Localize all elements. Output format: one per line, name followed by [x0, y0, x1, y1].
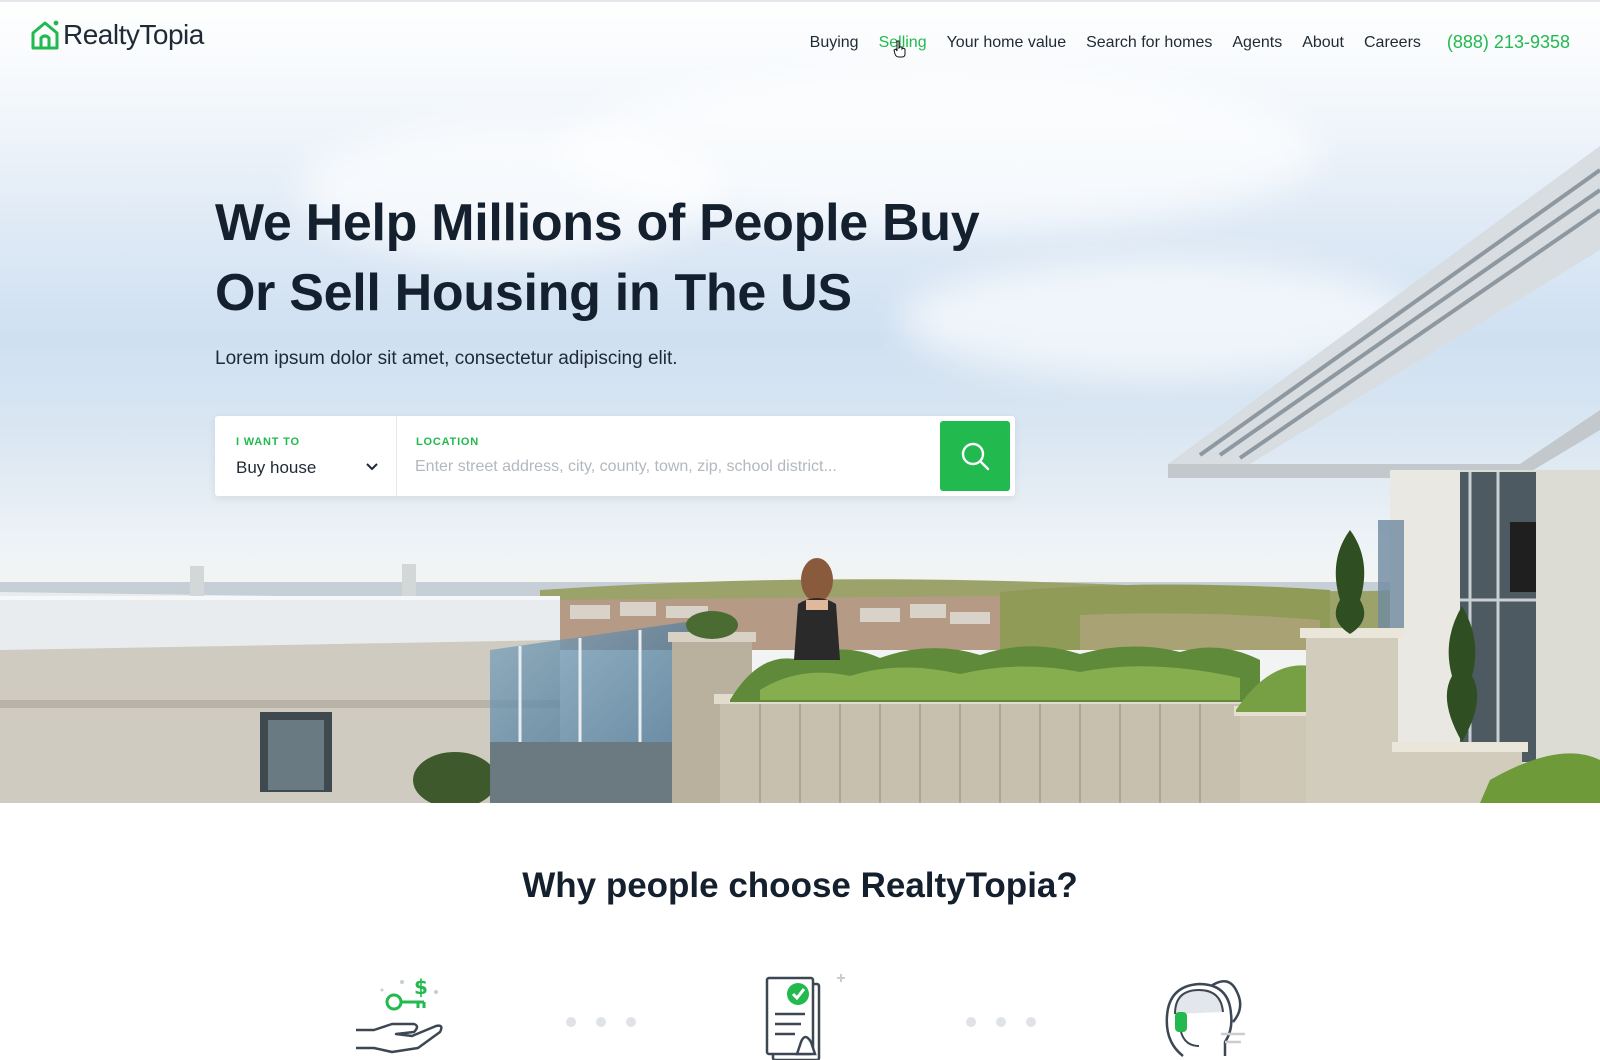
- hand-key-dollar-icon: $: [356, 975, 443, 1054]
- nav-agents[interactable]: Agents: [1232, 34, 1282, 52]
- hero-rooftop-photo: [0, 146, 1600, 803]
- intent-dropdown[interactable]: I WANT TO Buy house: [215, 416, 397, 496]
- intent-value: Buy house: [236, 458, 317, 477]
- hero-section: RealtyTopia Buying Selling Your home val…: [0, 0, 1600, 803]
- brand-name: RealtyTopia: [63, 19, 204, 50]
- hero-headline-line-1: We Help Millions of People Buy: [215, 194, 980, 252]
- nav-buying[interactable]: Buying: [810, 34, 859, 52]
- search-button[interactable]: [940, 421, 1010, 491]
- nav-about[interactable]: About: [1302, 34, 1344, 52]
- approved-document-icon: [765, 974, 845, 1060]
- svg-text:$: $: [414, 975, 428, 999]
- feature-divider-dots-1: [566, 1017, 656, 1027]
- top-nav: RealtyTopia Buying Selling Your home val…: [0, 0, 1600, 84]
- phone-number[interactable]: (888) 213-9358: [1447, 32, 1570, 53]
- nav-search-homes[interactable]: Search for homes: [1086, 34, 1212, 52]
- location-label: LOCATION: [416, 436, 480, 448]
- chevron-down-icon[interactable]: [365, 462, 379, 472]
- support-agent-headset-icon: [1165, 979, 1245, 1057]
- why-section-title: Why people choose RealtyTopia?: [522, 866, 1078, 905]
- hero-headline-line-2: Or Sell Housing in The US: [215, 264, 852, 322]
- hero-headline: We Help Millions of People Buy Or Sell H…: [215, 188, 1035, 328]
- house-icon: [31, 20, 59, 50]
- search-icon: [961, 442, 990, 471]
- brand-logo[interactable]: RealtyTopia: [30, 19, 204, 51]
- nav-home-value[interactable]: Your home value: [947, 34, 1067, 52]
- intent-label: I WANT TO: [236, 436, 300, 448]
- hand-pointer-cursor-icon: [893, 40, 906, 58]
- hero-subtitle: Lorem ipsum dolor sit amet, consectetur …: [215, 348, 678, 369]
- feature-divider-dots-2: [966, 1017, 1056, 1027]
- property-search-bar: I WANT TO Buy house LOCATION: [215, 416, 1015, 496]
- location-input[interactable]: [415, 452, 935, 482]
- nav-careers[interactable]: Careers: [1364, 34, 1421, 52]
